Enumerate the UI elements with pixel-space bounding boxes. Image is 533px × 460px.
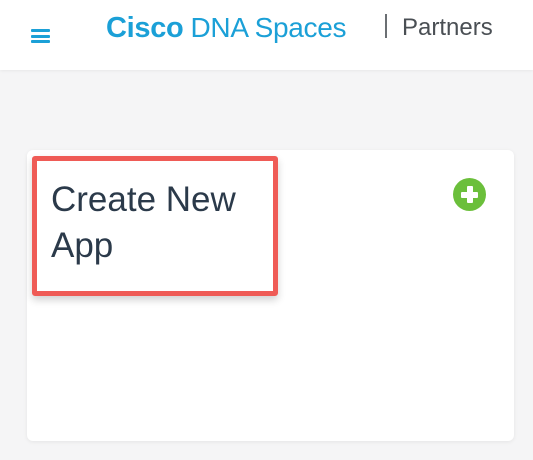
card-title: Create New App <box>51 180 236 265</box>
top-header: Cisco DNA Spaces Partners <box>0 0 533 70</box>
brand-logo: Cisco DNA Spaces <box>106 8 347 48</box>
plus-circle-icon[interactable] <box>453 178 486 211</box>
brand-name-light: DNA Spaces <box>190 12 347 43</box>
section-title: Partners <box>402 14 493 41</box>
create-new-app-card[interactable]: Create New App <box>27 150 514 441</box>
brand-name-bold: Cisco <box>106 12 184 44</box>
menu-line <box>31 34 50 38</box>
menu-line <box>31 40 50 43</box>
header-divider <box>385 14 387 38</box>
hamburger-menu-icon[interactable] <box>31 29 50 43</box>
menu-line <box>31 29 50 32</box>
